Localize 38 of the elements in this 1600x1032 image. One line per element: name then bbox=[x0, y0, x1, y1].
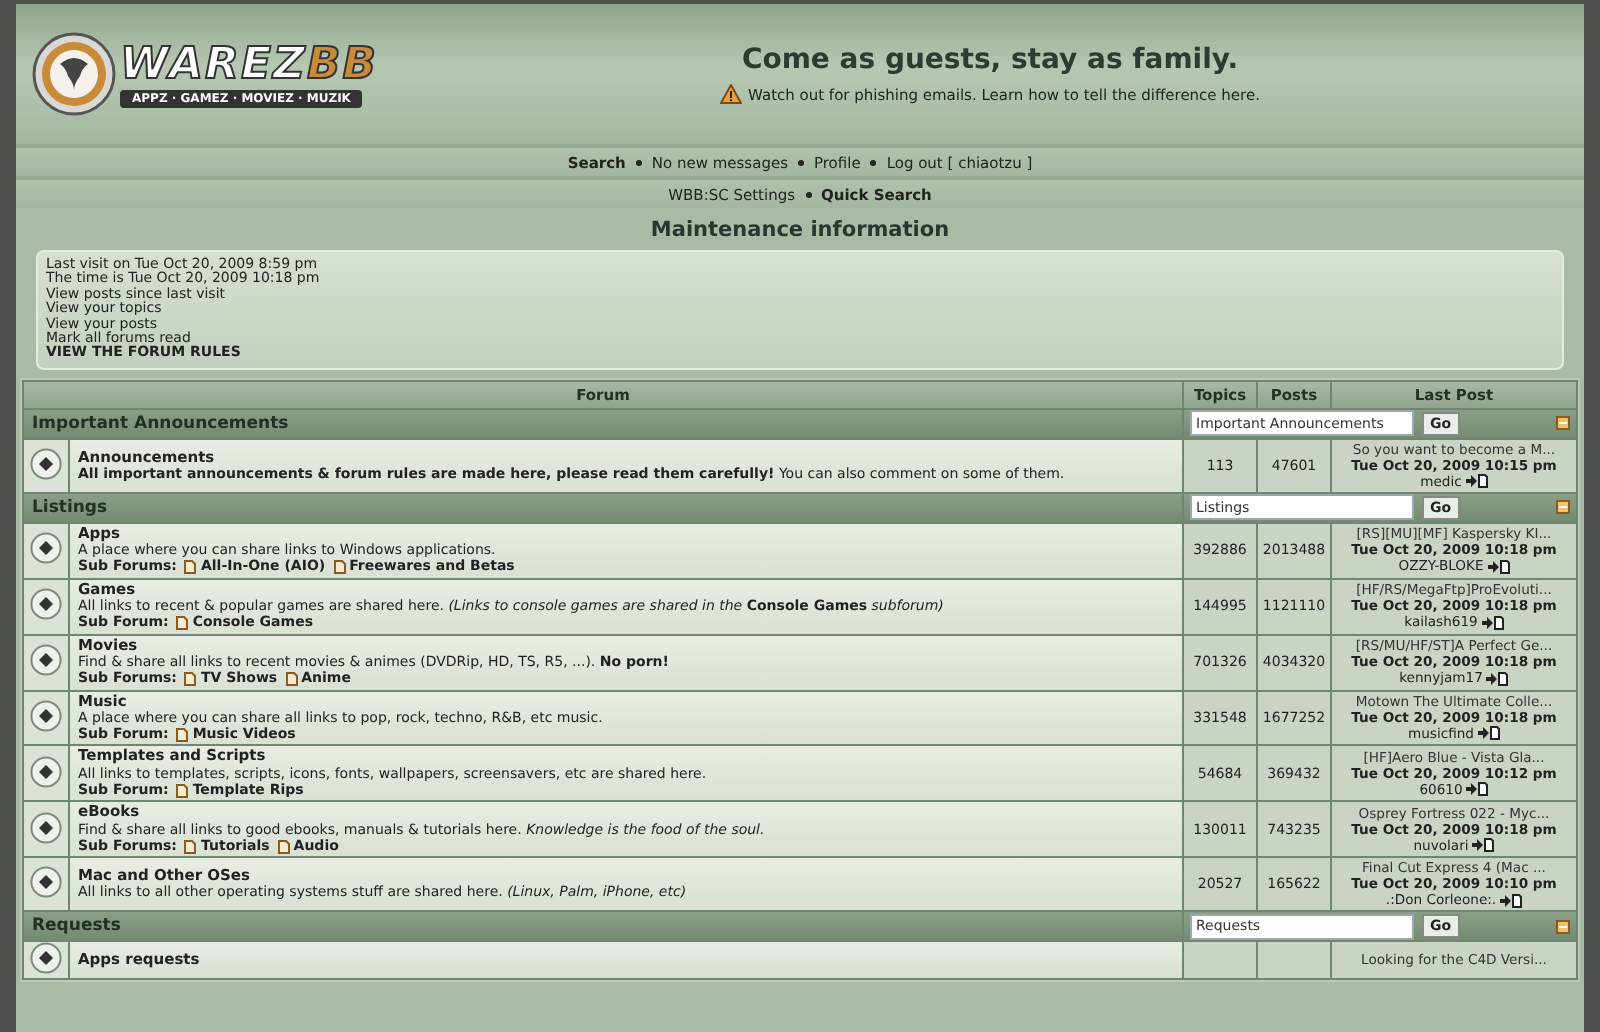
collapse-icon[interactable] bbox=[1556, 919, 1570, 934]
forum-status-icon bbox=[30, 644, 62, 677]
document-icon bbox=[176, 727, 189, 742]
arrow-document-icon[interactable] bbox=[1500, 893, 1523, 908]
arrow-document-icon[interactable] bbox=[1486, 671, 1509, 686]
forum-status-icon bbox=[30, 942, 62, 975]
category-title[interactable]: Important Announcements bbox=[32, 413, 289, 434]
document-icon bbox=[285, 671, 298, 686]
collapse-icon[interactable] bbox=[1556, 500, 1570, 515]
document-icon bbox=[184, 560, 197, 575]
document-icon bbox=[277, 839, 290, 854]
forum-status-icon bbox=[30, 588, 62, 621]
arrow-document-icon[interactable] bbox=[1465, 474, 1488, 489]
arrow-document-icon[interactable] bbox=[1481, 615, 1504, 630]
arrow-document-icon[interactable] bbox=[1478, 726, 1500, 741]
arrow-document-icon[interactable] bbox=[1487, 559, 1510, 574]
arrow-document-icon[interactable] bbox=[1472, 838, 1495, 853]
warning-icon bbox=[720, 84, 743, 104]
forum-status-icon bbox=[30, 755, 62, 788]
topics-cell bbox=[1184, 942, 1256, 979]
document-icon bbox=[184, 671, 197, 686]
category-title[interactable]: Listings bbox=[32, 497, 108, 518]
logo-emblem-icon bbox=[32, 32, 116, 116]
category-title[interactable]: Requests bbox=[32, 916, 121, 937]
document-icon bbox=[333, 560, 346, 575]
arrow-document-icon[interactable] bbox=[1466, 782, 1489, 797]
forum-status-icon bbox=[30, 699, 62, 732]
forum-status-icon bbox=[30, 811, 62, 844]
document-icon bbox=[176, 615, 189, 630]
document-icon bbox=[184, 839, 197, 854]
forum-status-icon bbox=[30, 532, 62, 565]
logo-wordmark: WAREZBB bbox=[120, 41, 378, 89]
forum-status-icon bbox=[30, 866, 62, 899]
document-icon bbox=[176, 783, 189, 798]
site-slogan: Come as guests, stay as family. bbox=[741, 44, 1239, 76]
forum-status-icon bbox=[30, 447, 62, 480]
collapse-icon[interactable] bbox=[1556, 416, 1570, 431]
page-title: Maintenance information bbox=[648, 216, 952, 246]
